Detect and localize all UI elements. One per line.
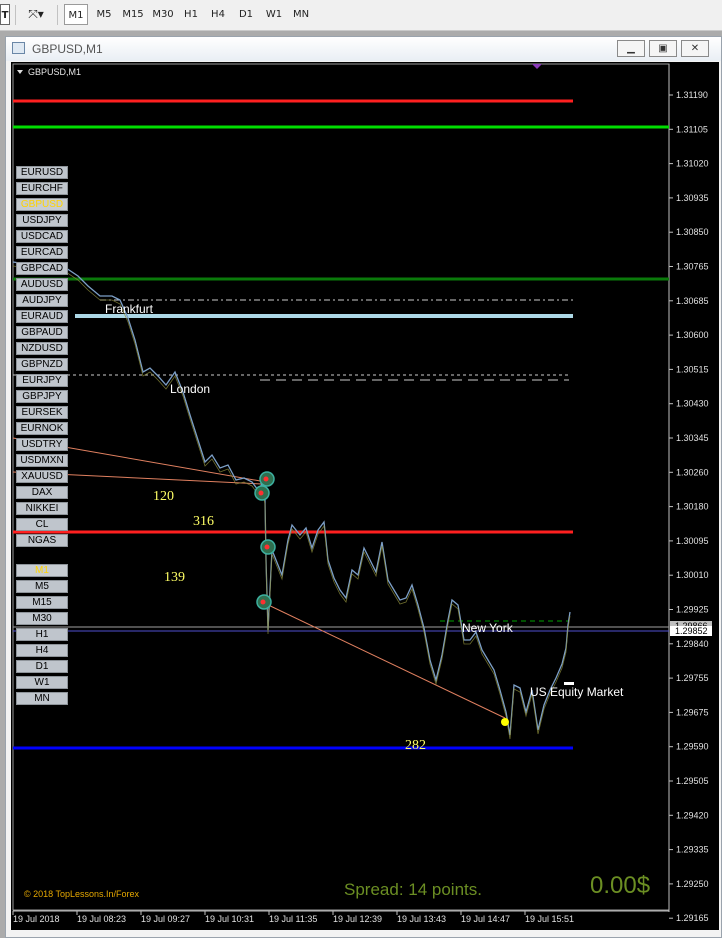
symbol-button-ngas[interactable]: NGAS bbox=[16, 534, 68, 547]
price-axis-label: 1.29165 bbox=[676, 913, 709, 923]
price-axis-label: 1.29840 bbox=[676, 639, 709, 649]
symbol-button-nzdusd[interactable]: NZDUSD bbox=[16, 342, 68, 355]
plot-area bbox=[12, 63, 670, 911]
time-axis-label: 19 Jul 11:35 bbox=[269, 914, 317, 924]
time-axis-label: 19 Jul 10:31 bbox=[205, 914, 254, 924]
symbol-button-cl[interactable]: CL bbox=[16, 518, 68, 531]
symbol-button-usdmxn[interactable]: USDMXN bbox=[16, 454, 68, 467]
price-axis-label: 1.29505 bbox=[676, 776, 709, 786]
timeframe-button-d1[interactable]: D1 bbox=[16, 660, 68, 673]
symbol-button-eurchf[interactable]: EURCHF bbox=[16, 182, 68, 195]
symbol-button-eursek[interactable]: EURSEK bbox=[16, 406, 68, 419]
price-axis-label: 1.29675 bbox=[676, 707, 709, 717]
price-axis-label: 1.30095 bbox=[676, 536, 709, 546]
range-number-label: 316 bbox=[193, 514, 214, 529]
trade-marker-dot bbox=[264, 544, 270, 550]
symbol-button-usdcad[interactable]: USDCAD bbox=[16, 230, 68, 243]
price-axis-label: 1.30935 bbox=[676, 193, 709, 203]
time-axis-label: 19 Jul 09:27 bbox=[141, 914, 190, 924]
sun-marker-icon[interactable] bbox=[501, 718, 509, 726]
symbol-button-gbpnzd[interactable]: GBPNZD bbox=[16, 358, 68, 371]
trade-marker-dot bbox=[263, 476, 269, 482]
symbol-button-gbpjpy[interactable]: GBPJPY bbox=[16, 390, 68, 403]
price-axis-label: 1.29590 bbox=[676, 742, 709, 752]
session-label: New York bbox=[462, 621, 514, 635]
timeframe-button-m15[interactable]: M15 bbox=[16, 596, 68, 609]
timeframe-button-m5[interactable]: M5 bbox=[16, 580, 68, 593]
session-label: US Equity Market bbox=[530, 685, 624, 699]
price-axis-label: 1.29335 bbox=[676, 845, 709, 855]
symbol-button-xauusd[interactable]: XAUUSD bbox=[16, 470, 68, 483]
time-axis-label: 19 Jul 12:39 bbox=[333, 914, 382, 924]
timeframe-button-mn[interactable]: MN bbox=[16, 692, 68, 705]
symbol-button-dax[interactable]: DAX bbox=[16, 486, 68, 499]
symbol-button-usdtry[interactable]: USDTRY bbox=[16, 438, 68, 451]
time-axis-label: 19 Jul 15:51 bbox=[525, 914, 574, 924]
price-axis-label: 1.31190 bbox=[676, 90, 708, 100]
price-axis-label: 1.30685 bbox=[676, 296, 709, 306]
price-axis-label: 1.31105 bbox=[676, 124, 708, 134]
symbol-button-gbpaud[interactable]: GBPAUD bbox=[16, 326, 68, 339]
price-axis-label: 1.30850 bbox=[676, 227, 709, 237]
price-axis-label: 1.30430 bbox=[676, 399, 709, 409]
price-axis-label: 1.30260 bbox=[676, 467, 709, 477]
symbol-button-audjpy[interactable]: AUDJPY bbox=[16, 294, 68, 307]
symbol-button-eurjpy[interactable]: EURJPY bbox=[16, 374, 68, 387]
price-axis-label: 1.29420 bbox=[676, 810, 709, 820]
price-axis-label: 1.29925 bbox=[676, 605, 709, 615]
trade-marker-dot bbox=[260, 599, 266, 605]
price-axis-label: 1.29755 bbox=[676, 673, 709, 683]
timeframe-button-h4[interactable]: H4 bbox=[16, 644, 68, 657]
price-axis-label: 1.29250 bbox=[676, 879, 709, 889]
session-label: London bbox=[170, 382, 210, 396]
chart-symbol-label: GBPUSD,M1 bbox=[28, 67, 81, 77]
range-number-label: 139 bbox=[164, 570, 185, 585]
range-number-label: 282 bbox=[405, 738, 426, 753]
range-number-label: 120 bbox=[153, 489, 174, 504]
price-axis-label: 1.30345 bbox=[676, 433, 709, 443]
timeframe-button-m1[interactable]: M1 bbox=[16, 564, 68, 577]
timeframe-button-w1[interactable]: W1 bbox=[16, 676, 68, 689]
price-axis-label: 1.30515 bbox=[676, 364, 709, 374]
trade-marker-dot bbox=[258, 490, 264, 496]
price-axis-label: 1.30600 bbox=[676, 330, 709, 340]
timeframe-button-h1[interactable]: H1 bbox=[16, 628, 68, 641]
symbol-button-audusd[interactable]: AUDUSD bbox=[16, 278, 68, 291]
price-axis-label: 1.30180 bbox=[676, 502, 709, 512]
price-axis-label: 1.31020 bbox=[676, 159, 709, 169]
symbol-button-eurnok[interactable]: EURNOK bbox=[16, 422, 68, 435]
symbol-button-euraud[interactable]: EURAUD bbox=[16, 310, 68, 323]
symbol-button-eurcad[interactable]: EURCAD bbox=[16, 246, 68, 259]
time-axis-label: 19 Jul 13:43 bbox=[397, 914, 446, 924]
copyright-label: © 2018 TopLessons.In/Forex bbox=[24, 889, 140, 899]
session-label: Frankfurt bbox=[105, 302, 154, 316]
price-axis-label: 1.30765 bbox=[676, 262, 709, 272]
symbol-button-usdjpy[interactable]: USDJPY bbox=[16, 214, 68, 227]
price-axis-label: 1.30010 bbox=[676, 570, 709, 580]
spread-label: Spread: 14 points. bbox=[344, 880, 482, 899]
current-price-label: 1.29852 bbox=[675, 626, 708, 636]
price-chart[interactable]: GBPUSD,M1 1.31190 1.31105 1.31020 1.30935 1.3… bbox=[0, 0, 722, 938]
time-axis-label: 19 Jul 2018 bbox=[13, 914, 60, 924]
symbol-button-eurusd[interactable]: EURUSD bbox=[16, 166, 68, 179]
time-axis-label: 19 Jul 08:23 bbox=[77, 914, 126, 924]
time-axis-label: 19 Jul 14:47 bbox=[461, 914, 510, 924]
profit-label: 0.00$ bbox=[590, 872, 650, 899]
symbol-button-gbpusd[interactable]: GBPUSD bbox=[16, 198, 68, 211]
symbol-button-gbpcad[interactable]: GBPCAD bbox=[16, 262, 68, 275]
timeframe-button-m30[interactable]: M30 bbox=[16, 612, 68, 625]
symbol-button-nikkei[interactable]: NIKKEI bbox=[16, 502, 68, 515]
